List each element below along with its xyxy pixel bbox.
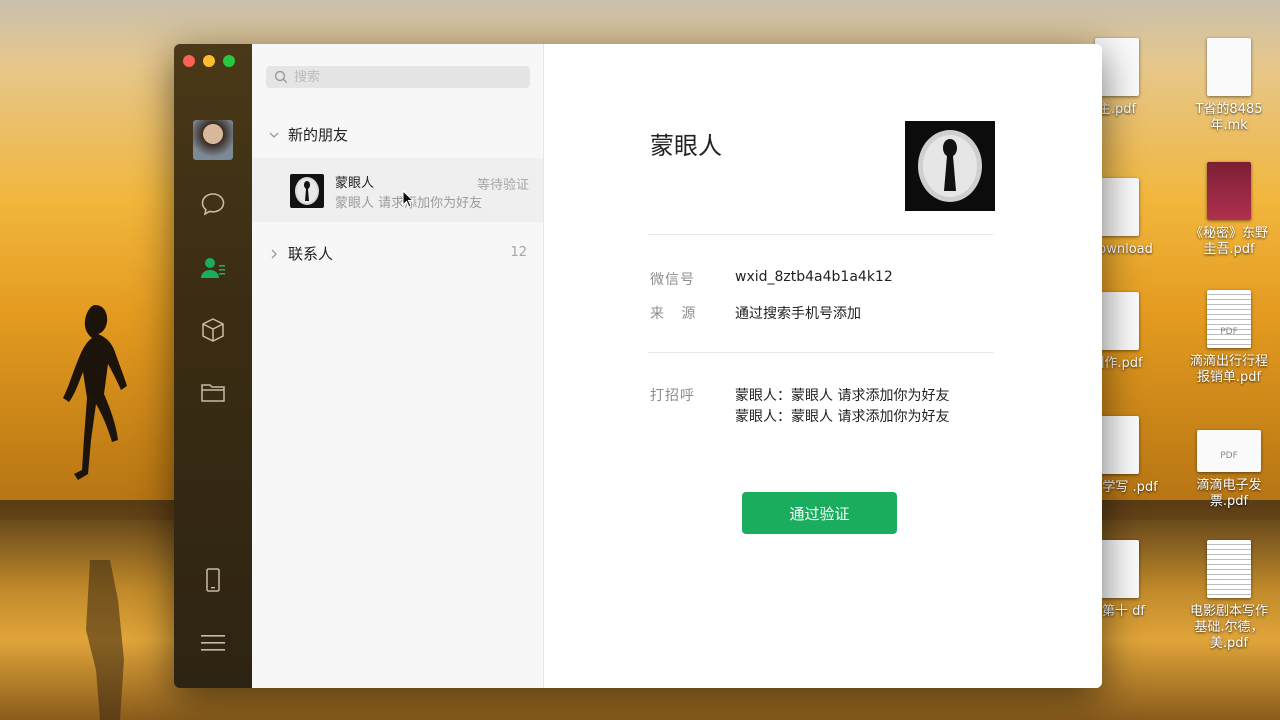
desktop-icon-didi-trip[interactable]: PDF 滴滴出行行程报销单.pdf bbox=[1184, 290, 1274, 386]
user-avatar[interactable] bbox=[193, 120, 233, 160]
desktop-icon-label: 滴滴出行行程报销单.pdf bbox=[1189, 354, 1268, 385]
new-friends-label: 新的朋友 bbox=[288, 126, 349, 144]
files-icon[interactable] bbox=[200, 379, 226, 405]
minimize-button[interactable] bbox=[203, 55, 215, 67]
pdf-tag: PDF bbox=[1220, 451, 1238, 461]
pdf-document-icon: PDF bbox=[1197, 430, 1261, 472]
favorites-icon[interactable] bbox=[200, 317, 226, 343]
friend-request-item[interactable]: 蒙眼人 蒙眼人 请求添加你为好友 等待验证 bbox=[252, 158, 543, 222]
runner-reflection bbox=[86, 560, 124, 720]
request-name: 蒙眼人 bbox=[335, 176, 375, 191]
search-box[interactable] bbox=[266, 66, 530, 88]
accept-verification-button[interactable]: 通过验证 bbox=[742, 492, 897, 534]
close-button[interactable] bbox=[183, 55, 195, 67]
contact-list-pane: 新的朋友 蒙眼人 蒙眼人 请求添加你为好友 等待验证 联系人 12 bbox=[252, 44, 544, 688]
profile-name: 蒙眼人 bbox=[650, 132, 722, 160]
source-value: 通过搜索手机号添加 bbox=[735, 306, 861, 322]
book-cover-icon bbox=[1207, 162, 1251, 220]
profile-avatar[interactable] bbox=[905, 121, 995, 211]
document-icon bbox=[1207, 38, 1251, 96]
chat-icon[interactable] bbox=[200, 191, 226, 217]
search-icon bbox=[274, 70, 288, 84]
profile-detail-pane: 蒙眼人 微信号 wxid_8ztb4a4b1a4k12 来 源 通过搜索手机号添… bbox=[544, 44, 1102, 688]
search-input[interactable] bbox=[292, 68, 526, 86]
menu-icon[interactable] bbox=[200, 630, 226, 656]
new-friends-section[interactable]: 新的朋友 bbox=[268, 124, 348, 145]
desktop-icon-label: 主.pdf bbox=[1097, 102, 1137, 117]
greeting-message-1: 蒙眼人：蒙眼人 请求添加你为好友 bbox=[735, 388, 950, 404]
greeting-label: 打招呼 bbox=[650, 388, 695, 404]
divider bbox=[648, 234, 994, 235]
divider bbox=[648, 352, 994, 353]
sidebar bbox=[174, 44, 252, 688]
pdf-tag: PDF bbox=[1220, 327, 1238, 337]
desktop-icon-label: 《秘密》东野圭吾.pdf bbox=[1189, 226, 1268, 257]
desktop-icon-label: 电影剧本写作基础.尔德，美.pdf bbox=[1189, 604, 1268, 651]
desktop-icon-himitsu[interactable]: 《秘密》东野圭吾.pdf bbox=[1184, 162, 1274, 258]
contacts-label: 联系人 bbox=[288, 245, 334, 263]
wechat-id-value: wxid_8ztb4a4b1a4k12 bbox=[735, 269, 893, 285]
desktop-icon-didi-invoice[interactable]: PDF 滴滴电子发票.pdf bbox=[1184, 420, 1274, 510]
desktop-icon-screenplay[interactable]: 电影剧本写作基础.尔德，美.pdf bbox=[1184, 540, 1274, 652]
runner-silhouette bbox=[63, 305, 127, 480]
chevron-down-icon bbox=[269, 132, 279, 138]
mouse-cursor-icon bbox=[402, 190, 414, 208]
request-avatar bbox=[290, 174, 324, 208]
request-status: 等待验证 bbox=[476, 178, 529, 193]
contacts-count: 12 bbox=[510, 245, 527, 260]
wechat-id-label: 微信号 bbox=[650, 272, 695, 288]
pdf-document-icon: PDF bbox=[1207, 290, 1251, 348]
greeting-message-2: 蒙眼人：蒙眼人 请求添加你为好友 bbox=[735, 409, 950, 425]
contacts-icon[interactable] bbox=[200, 255, 226, 281]
wechat-window: 新的朋友 蒙眼人 蒙眼人 请求添加你为好友 等待验证 联系人 12 蒙眼人 微信… bbox=[174, 44, 1102, 688]
desktop-icon-label: T省的8485年.mk bbox=[1195, 102, 1263, 133]
document-icon bbox=[1207, 540, 1251, 598]
chevron-right-icon bbox=[271, 249, 277, 258]
desktop-icon-label: 滴滴电子发票.pdf bbox=[1196, 478, 1262, 509]
contacts-section[interactable]: 联系人 bbox=[268, 243, 333, 264]
zoom-button[interactable] bbox=[223, 55, 235, 67]
desktop-icon-mk[interactable]: T省的8485年.mk bbox=[1184, 38, 1274, 134]
phone-icon[interactable] bbox=[200, 567, 226, 593]
source-label: 来 源 bbox=[650, 306, 697, 322]
